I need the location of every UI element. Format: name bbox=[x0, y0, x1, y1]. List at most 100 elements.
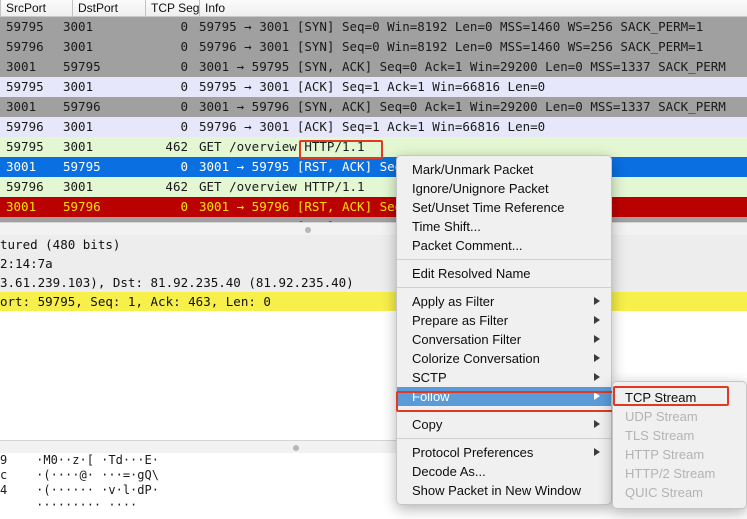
column-header-tcp-seglen[interactable]: TCP Seglen bbox=[145, 0, 199, 17]
chevron-right-icon bbox=[594, 373, 600, 381]
menu-item-label: Prepare as Filter bbox=[412, 313, 509, 328]
menu-item-conversation-filter[interactable]: Conversation Filter bbox=[397, 330, 611, 349]
packet-row[interactable]: 30015979603001 → 59796 [RST, ACK] Seq=1 … bbox=[0, 197, 747, 217]
packet-detail-row[interactable]: tured (480 bits) bbox=[0, 235, 747, 254]
column-header-dstport[interactable]: DstPort bbox=[72, 0, 145, 17]
packet-context-menu[interactable]: Mark/Unmark Packet Ignore/Unignore Packet… bbox=[396, 155, 612, 505]
submenu-item-http-stream: HTTP Stream bbox=[625, 447, 705, 462]
packet-cell-dstport: 59795 bbox=[63, 159, 101, 174]
menu-item-label: SCTP bbox=[412, 370, 447, 385]
packet-row[interactable]: 30015979503001 → 59795 [RST, ACK] Seq=1 … bbox=[0, 157, 747, 177]
packet-cell-srcport: 59795 bbox=[6, 139, 44, 154]
packet-cell-seglen: 462 bbox=[165, 179, 188, 194]
menu-item-label: Ignore/Unignore Packet bbox=[412, 181, 549, 196]
submenu-item-tcp-stream[interactable]: TCP Stream bbox=[613, 388, 746, 407]
menu-item-sctp[interactable]: SCTP bbox=[397, 368, 611, 387]
wireshark-window: SrcPort DstPort TCP Seglen Info 59795 300… bbox=[0, 0, 747, 519]
packet-list-body[interactable]: 59795 3001 0 59795 → 3001 [SYN] Seq=0 Win=8… bbox=[0, 17, 747, 222]
packet-row[interactable]: 59796 3001 462 GET /overview HTTP/1.1 bbox=[0, 177, 747, 197]
packet-cell-info: 3001 → 59795 [SYN, ACK] Seq=0 Ack=1 Win=… bbox=[199, 59, 726, 74]
packet-cell-srcport: 59796 bbox=[6, 39, 44, 54]
menu-item-time-shift[interactable]: Time Shift... bbox=[397, 217, 611, 236]
menu-item-label: Follow bbox=[412, 389, 450, 404]
packet-row[interactable]: 3001 59795 0 3001 → 59795 [SYN, ACK] Seq=0 … bbox=[0, 57, 747, 77]
packet-cell-srcport: 3001 bbox=[6, 199, 37, 214]
menu-item-label: Conversation Filter bbox=[412, 332, 522, 347]
packet-list-pane[interactable]: SrcPort DstPort TCP Seglen Info 59795 300… bbox=[0, 0, 747, 222]
packet-cell-info: 59796 → 3001 [ACK] Seq=1 Ack=1 Win=66816… bbox=[199, 119, 546, 134]
packet-cell-dstport: 3001 bbox=[63, 179, 94, 194]
packet-detail-row[interactable]: 3.61.239.103), Dst: 81.92.235.40 (81.92.… bbox=[0, 273, 747, 292]
packet-row[interactable]: 59796 3001 0 59796 → 3001 [SYN] Seq=0 Win=8… bbox=[0, 37, 747, 57]
packet-cell-info: 59795 → 3001 [SYN] Seq=0 Win=8192 Len=0 … bbox=[199, 19, 704, 34]
packet-details-rows[interactable]: tured (480 bits) 2:14:7a 3.61.239.103), Ds… bbox=[0, 235, 747, 311]
column-header-srcport[interactable]: SrcPort bbox=[0, 0, 72, 17]
menu-item-label: Edit Resolved Name bbox=[412, 266, 531, 281]
menu-item-edit-resolved-name[interactable]: Edit Resolved Name bbox=[397, 264, 611, 283]
menu-item-colorize-conversation[interactable]: Colorize Conversation bbox=[397, 349, 611, 368]
chevron-right-icon bbox=[594, 392, 600, 400]
submenu-item-udp-stream: UDP Stream bbox=[625, 409, 698, 424]
packet-detail-row[interactable]: 2:14:7a bbox=[0, 254, 747, 273]
chevron-right-icon bbox=[594, 316, 600, 324]
packet-details-hscroll-thumb[interactable] bbox=[293, 445, 299, 451]
packet-cell-srcport: 3001 bbox=[6, 159, 37, 174]
packet-cell-dstport: 3001 bbox=[63, 139, 94, 154]
packet-cell-seglen: 0 bbox=[180, 19, 188, 34]
packet-cell-srcport: 59796 bbox=[6, 179, 44, 194]
menu-item-mark-unmark-packet[interactable]: Mark/Unmark Packet bbox=[397, 160, 611, 179]
packet-cell-dstport: 3001 bbox=[63, 119, 94, 134]
packet-cell-seglen: 0 bbox=[180, 79, 188, 94]
follow-submenu[interactable]: TCP Stream UDP Stream TLS Stream HTTP Strea… bbox=[612, 381, 747, 509]
menu-item-copy[interactable]: Copy bbox=[397, 415, 611, 434]
menu-item-set-unset-time-reference[interactable]: Set/Unset Time Reference bbox=[397, 198, 611, 217]
menu-item-show-packet-in-new-window[interactable]: Show Packet in New Window bbox=[397, 481, 611, 500]
menu-item-label: Protocol Preferences bbox=[412, 445, 534, 460]
packet-cell-srcport: 59795 bbox=[6, 19, 44, 34]
menu-separator bbox=[397, 287, 611, 288]
menu-item-decode-as[interactable]: Decode As... bbox=[397, 462, 611, 481]
packet-cell-seglen: 0 bbox=[180, 99, 188, 114]
packet-cell-dstport: 59796 bbox=[63, 99, 101, 114]
submenu-item-http-2-stream: HTTP/2 Stream bbox=[625, 466, 716, 481]
packet-row[interactable]: 59795 3001 0 59795 → 3001 [SYN] Seq=0 Win=8… bbox=[0, 17, 747, 37]
chevron-right-icon bbox=[594, 335, 600, 343]
menu-separator bbox=[397, 438, 611, 439]
menu-item-protocol-preferences[interactable]: Protocol Preferences bbox=[397, 443, 611, 462]
packet-cell-seglen: 0 bbox=[180, 39, 188, 54]
packet-detail-row[interactable]: ort: 59795, Seq: 1, Ack: 463, Len: 0 bbox=[0, 292, 747, 311]
submenu-item-tls-stream: TLS Stream bbox=[625, 428, 695, 443]
menu-item-label: Time Shift... bbox=[412, 219, 481, 234]
menu-item-label: Apply as Filter bbox=[412, 294, 495, 309]
menu-item-label: Copy bbox=[412, 417, 443, 432]
packet-row[interactable]: 59796 3001 0 59796 → 3001 [ACK] Seq=1 Ack=1… bbox=[0, 117, 747, 137]
menu-item-follow[interactable]: Follow bbox=[397, 387, 611, 406]
column-header-info[interactable]: Info bbox=[199, 0, 747, 17]
packet-cell-dstport: 3001 bbox=[63, 19, 94, 34]
packet-cell-info: 3001 → 59796 [SYN, ACK] Seq=0 Ack=1 Win=… bbox=[199, 99, 726, 114]
packet-cell-seglen: 0 bbox=[180, 119, 188, 134]
packet-cell-srcport: 3001 bbox=[6, 99, 37, 114]
menu-item-label: Show Packet in New Window bbox=[412, 483, 582, 498]
packet-cell-seglen: 0 bbox=[180, 199, 188, 214]
packet-row[interactable]: 59795 3001 462 GET /overview HTTP/1.1 bbox=[0, 137, 747, 157]
menu-item-ignore-unignore-packet[interactable]: Ignore/Unignore Packet bbox=[397, 179, 611, 198]
packet-cell-srcport: 59795 bbox=[6, 79, 44, 94]
packet-list-hscroll-thumb[interactable] bbox=[305, 227, 311, 233]
menu-separator bbox=[397, 410, 611, 411]
packet-list-header[interactable]: SrcPort DstPort TCP Seglen Info bbox=[0, 0, 747, 17]
packet-cell-dstport: 3001 bbox=[63, 79, 94, 94]
menu-separator bbox=[397, 259, 611, 260]
chevron-right-icon bbox=[594, 354, 600, 362]
packet-row[interactable]: 59795 3001 0 59795 → 3001 [ACK] Seq=1 Ack=1… bbox=[0, 77, 747, 97]
chevron-right-icon bbox=[594, 448, 600, 456]
packet-row[interactable]: 3001 59796 0 3001 → 59796 [SYN, ACK] Seq=0 … bbox=[0, 97, 747, 117]
menu-item-label: Set/Unset Time Reference bbox=[412, 200, 565, 215]
menu-item-prepare-as-filter[interactable]: Prepare as Filter bbox=[397, 311, 611, 330]
packet-cell-seglen: 0 bbox=[180, 59, 188, 74]
menu-item-apply-as-filter[interactable]: Apply as Filter bbox=[397, 292, 611, 311]
menu-item-packet-comment[interactable]: Packet Comment... bbox=[397, 236, 611, 255]
menu-item-label: Packet Comment... bbox=[412, 238, 523, 253]
chevron-right-icon bbox=[594, 297, 600, 305]
chevron-right-icon bbox=[594, 420, 600, 428]
